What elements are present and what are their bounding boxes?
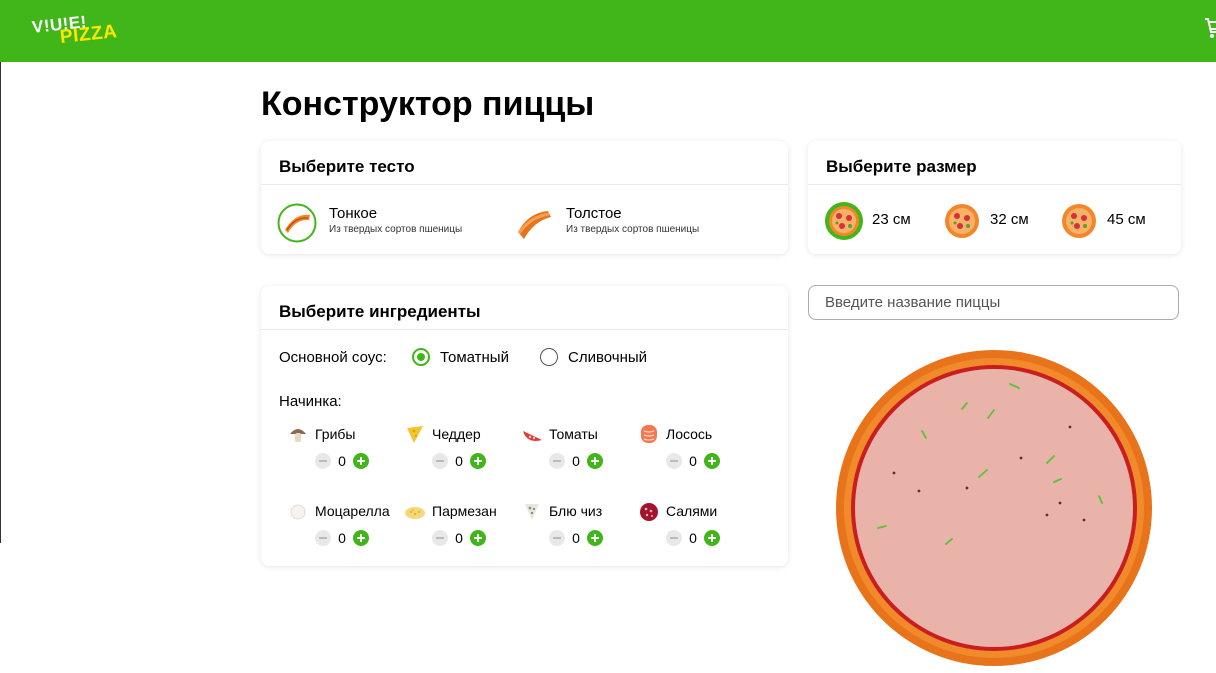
dough-option-thick[interactable]: Толстое Из твердых сортов пшеницы <box>514 201 734 245</box>
ingredient-name: Грибы <box>315 426 356 442</box>
cheddar-icon <box>404 423 426 445</box>
ingredient-cheddar: Чеддер 0 <box>396 423 506 483</box>
logo-text-bottom: PIZZA <box>59 21 119 48</box>
ingredient-quantity: 0 <box>689 453 697 469</box>
page-title: Конструктор пиццы <box>261 85 595 123</box>
dough-option-thin[interactable]: Тонкое Из твердых сортов пшеницы <box>277 201 497 245</box>
pizza-size-icon <box>942 201 982 241</box>
size-label: 23 см <box>872 211 911 228</box>
salmon-icon <box>638 423 660 445</box>
increase-button[interactable] <box>704 453 720 469</box>
ingredient-name: Моцарелла <box>315 503 390 519</box>
increase-button[interactable] <box>353 453 369 469</box>
ingredient-quantity: 0 <box>689 530 697 546</box>
ingredient-blue-cheese: Блю чиз 0 <box>513 500 623 560</box>
ingredient-name: Лосось <box>666 426 713 442</box>
decrease-button[interactable] <box>666 453 682 469</box>
page-left-border <box>0 62 1 543</box>
increase-button[interactable] <box>470 453 486 469</box>
dough-name: Толстое <box>566 205 622 222</box>
ingredient-quantity: 0 <box>455 530 463 546</box>
thin-dough-icon <box>277 203 317 243</box>
dough-title: Выберите тесто <box>279 157 415 176</box>
divider <box>808 184 1181 185</box>
sauce-radio-cream[interactable]: Сливочный <box>540 347 670 369</box>
parmesan-icon <box>404 500 426 522</box>
size-label: 45 см <box>1107 211 1146 228</box>
dough-card: Выберите тесто Тонкое Из твердых сортов … <box>261 141 788 254</box>
pizza-size-icon <box>1059 201 1099 241</box>
ingredients-card: Выберите ингредиенты Основной соус: Тома… <box>261 286 788 566</box>
ingredient-name: Чеддер <box>432 426 481 442</box>
ingredient-quantity: 0 <box>455 453 463 469</box>
blue-cheese-icon <box>521 500 543 522</box>
increase-button[interactable] <box>470 530 486 546</box>
ingredient-salami: Салями 0 <box>630 500 740 560</box>
salami-icon <box>638 500 660 522</box>
size-option-32[interactable]: 32 см <box>942 201 1042 241</box>
header: V!U!E! PIZZA <box>0 0 1216 62</box>
ingredient-mozzarella: Моцарелла 0 <box>279 500 390 560</box>
ingredient-parmesan: Пармезан 0 <box>396 500 506 560</box>
ingredients-title: Выберите ингредиенты <box>279 302 481 321</box>
ingredient-quantity: 0 <box>572 530 580 546</box>
ingredient-quantity: 0 <box>338 453 346 469</box>
increase-button[interactable] <box>587 530 603 546</box>
decrease-button[interactable] <box>432 453 448 469</box>
thick-dough-icon <box>514 203 554 243</box>
tomato-icon <box>521 423 543 445</box>
decrease-button[interactable] <box>549 530 565 546</box>
decrease-button[interactable] <box>315 453 331 469</box>
size-title: Выберите размер <box>826 157 977 176</box>
size-label: 32 см <box>990 211 1029 228</box>
radio-label: Сливочный <box>568 349 648 366</box>
ingredient-name: Салями <box>666 503 718 519</box>
mozzarella-icon <box>287 500 309 522</box>
ingredient-name: Блю чиз <box>549 503 603 519</box>
dough-description: Из твердых сортов пшеницы <box>329 224 463 235</box>
decrease-button[interactable] <box>666 530 682 546</box>
ingredient-salmon: Лосось 0 <box>630 423 740 483</box>
ingredient-name: Пармезан <box>432 503 497 519</box>
size-card: Выберите размер 23 см 32 см 45 см <box>808 141 1181 254</box>
ingredient-quantity: 0 <box>338 530 346 546</box>
size-option-45[interactable]: 45 см <box>1059 201 1159 241</box>
divider <box>261 329 788 330</box>
ingredient-tomatoes: Томаты 0 <box>513 423 623 483</box>
sauce-radio-tomato[interactable]: Томатный <box>412 347 532 369</box>
logo[interactable]: V!U!E! PIZZA <box>31 12 122 49</box>
mushroom-icon <box>287 423 309 445</box>
decrease-button[interactable] <box>432 530 448 546</box>
pizza-name-input[interactable] <box>808 285 1179 320</box>
filling-label: Начинка: <box>279 393 342 410</box>
sauce-label: Основной соус: <box>279 349 387 366</box>
ingredient-mushrooms: Грибы 0 <box>279 423 389 483</box>
increase-button[interactable] <box>587 453 603 469</box>
pizza-preview <box>834 348 1154 668</box>
dough-name: Тонкое <box>329 205 378 222</box>
radio-unchecked-icon <box>540 348 558 366</box>
radio-label: Томатный <box>440 349 509 366</box>
cart-icon[interactable] <box>1204 14 1216 44</box>
ingredient-quantity: 0 <box>572 453 580 469</box>
dough-description: Из твердых сортов пшеницы <box>566 224 700 235</box>
increase-button[interactable] <box>704 530 720 546</box>
decrease-button[interactable] <box>315 530 331 546</box>
pizza-size-icon <box>824 201 864 241</box>
divider <box>261 184 788 185</box>
size-option-23[interactable]: 23 см <box>824 201 924 241</box>
increase-button[interactable] <box>353 530 369 546</box>
radio-checked-icon <box>412 348 430 366</box>
decrease-button[interactable] <box>549 453 565 469</box>
ingredient-name: Томаты <box>549 426 598 442</box>
